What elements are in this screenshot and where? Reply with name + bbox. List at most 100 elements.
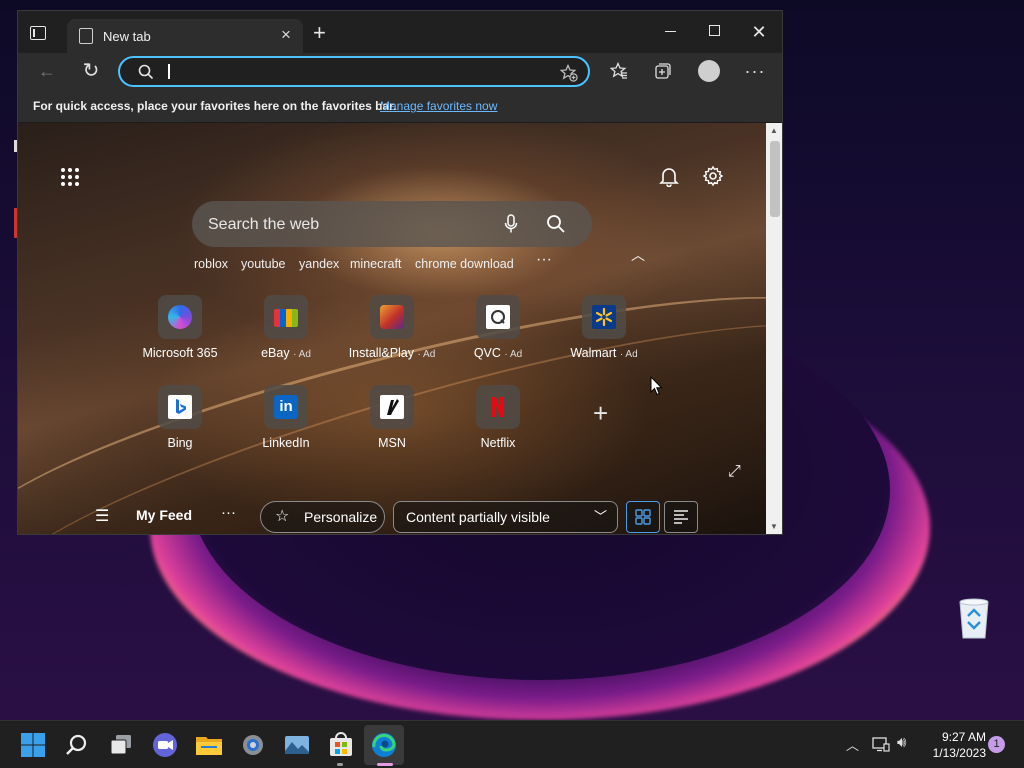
file-explorer-button[interactable] (193, 729, 225, 761)
apps-launcher-icon[interactable] (61, 168, 81, 188)
close-window-button[interactable]: ✕ (739, 19, 779, 45)
trending-search-link[interactable]: chrome download (415, 257, 514, 271)
task-view-icon (110, 735, 131, 755)
notifications-bell-icon[interactable] (658, 165, 680, 187)
back-button[interactable]: ← (32, 57, 62, 85)
system-clock[interactable]: 9:27 AM 1/13/2023 (922, 729, 986, 761)
feed-menu-icon[interactable]: ☰ (95, 506, 109, 526)
collections-button[interactable] (648, 57, 678, 85)
teams-chat-button[interactable] (149, 729, 181, 761)
quick-link-walmart[interactable]: Walmart · Ad (554, 295, 654, 360)
quick-link-install-and-play[interactable]: Install&Play · Ad (342, 295, 442, 360)
favorites-button[interactable] (604, 57, 634, 85)
page-scrollbar[interactable]: ▲ ▼ (766, 123, 782, 534)
notification-count-badge[interactable]: 1 (988, 736, 1005, 753)
photo-viewer-icon (285, 736, 309, 754)
photos-button[interactable] (281, 729, 313, 761)
favorites-bar-hint: For quick access, place your favorites h… (33, 99, 397, 113)
scrollbar-thumb[interactable] (770, 141, 780, 217)
quick-link-label: Walmart (570, 346, 617, 360)
quick-link-label: Netflix (480, 436, 516, 450)
start-button[interactable] (17, 729, 49, 761)
add-favorite-icon[interactable] (560, 64, 578, 82)
maximize-button[interactable] (694, 19, 734, 45)
profile-button[interactable] (694, 57, 724, 85)
trending-search-link[interactable]: minecraft (350, 257, 401, 271)
quick-link-netflix[interactable]: Netflix (448, 385, 548, 450)
microphone-icon[interactable] (504, 214, 518, 234)
new-tab-button[interactable]: + (313, 22, 326, 44)
quick-link-label: Bing (167, 436, 193, 450)
personalize-button[interactable]: ☆ Personalize (260, 501, 385, 533)
page-settings-gear-icon[interactable] (702, 165, 724, 187)
chat-icon (153, 733, 177, 757)
quick-link-label: Microsoft 365 (142, 346, 218, 360)
scroll-up-arrow[interactable]: ▲ (770, 126, 778, 135)
install-and-play-icon (370, 295, 414, 339)
browser-window: New tab × + ✕ ← ↻ ··· For quick access, … (17, 10, 783, 535)
address-bar[interactable] (118, 56, 590, 87)
refresh-button[interactable]: ↻ (76, 57, 106, 85)
search-icon (66, 734, 87, 755)
volume-icon[interactable]: 🔊︎ (897, 734, 906, 751)
quick-link-msn[interactable]: MSN (342, 385, 442, 450)
grid-view-button[interactable] (626, 501, 660, 533)
grid-view-icon (635, 509, 651, 525)
expand-background-icon[interactable]: ⤢ (728, 463, 741, 481)
text-caret (168, 64, 170, 79)
tab-new-tab[interactable]: New tab × (67, 19, 303, 53)
edge-taskbar-button[interactable] (368, 729, 400, 761)
trending-search-link[interactable]: youtube (241, 257, 285, 271)
quick-link-label: MSN (378, 436, 406, 450)
manage-favorites-link[interactable]: Manage favorites now (380, 99, 497, 113)
folder-icon (196, 737, 222, 755)
quick-link-microsoft-365[interactable]: Microsoft 365 (130, 295, 230, 360)
running-indicator (337, 763, 343, 766)
minimize-button[interactable] (650, 19, 690, 45)
netflix-icon (476, 385, 520, 429)
tab-actions-icon[interactable] (30, 26, 46, 40)
feed-more-button[interactable]: ··· (221, 504, 236, 521)
content-visibility-dropdown[interactable]: Content partially visible ﹀ (393, 501, 618, 533)
feed-title[interactable]: My Feed (136, 507, 192, 523)
network-icon[interactable] (872, 736, 890, 752)
search-icon[interactable] (546, 214, 566, 234)
list-view-icon (674, 510, 688, 524)
favorites-bar: For quick access, place your favorites h… (18, 89, 782, 123)
qvc-icon (476, 295, 520, 339)
microsoft-store-button[interactable] (325, 729, 357, 761)
edge-browser-icon (372, 733, 396, 757)
tab-bar: New tab × + ✕ (18, 11, 782, 53)
settings-button[interactable] (237, 729, 269, 761)
list-view-button[interactable] (664, 501, 698, 533)
clock-date: 1/13/2023 (932, 746, 986, 760)
walmart-spark-icon (582, 295, 626, 339)
taskbar: ︿ 🔊︎ 9:27 AM 1/13/2023 1 (0, 720, 1024, 768)
task-view-button[interactable] (105, 729, 137, 761)
quick-link-label: LinkedIn (262, 436, 310, 450)
quick-link-ebay[interactable]: eBay · Ad (236, 295, 336, 360)
active-app-indicator (377, 763, 393, 766)
settings-and-more-button[interactable]: ··· (740, 57, 770, 85)
address-input[interactable] (172, 61, 542, 82)
search-button[interactable] (61, 729, 93, 761)
trending-search-link[interactable]: roblox (194, 257, 228, 271)
store-bag-icon (330, 732, 352, 756)
collapse-chevron-up-icon[interactable]: ︿ (631, 245, 645, 265)
ad-badge: · Ad (504, 349, 523, 360)
add-quick-link-button[interactable]: + (593, 398, 608, 429)
settings-gear-icon (243, 735, 263, 755)
trending-search-link[interactable]: yandex (299, 257, 339, 271)
recycle-bin-icon[interactable] (954, 596, 994, 640)
quick-link-bing[interactable]: Bing (130, 385, 230, 450)
new-tab-page-icon (79, 28, 93, 44)
web-search-box[interactable]: Search the web (192, 201, 592, 247)
favorites-icon (609, 61, 627, 79)
chevron-down-icon: ﹀ (594, 509, 608, 524)
close-tab-button[interactable]: × (281, 25, 291, 45)
scroll-down-arrow[interactable]: ▼ (770, 522, 778, 531)
trending-more-button[interactable]: ··· (536, 251, 552, 269)
quick-link-linkedin[interactable]: in LinkedIn (236, 385, 336, 450)
quick-link-qvc[interactable]: QVC · Ad (448, 295, 548, 360)
show-hidden-icons-chevron-icon[interactable]: ︿ (846, 735, 859, 754)
